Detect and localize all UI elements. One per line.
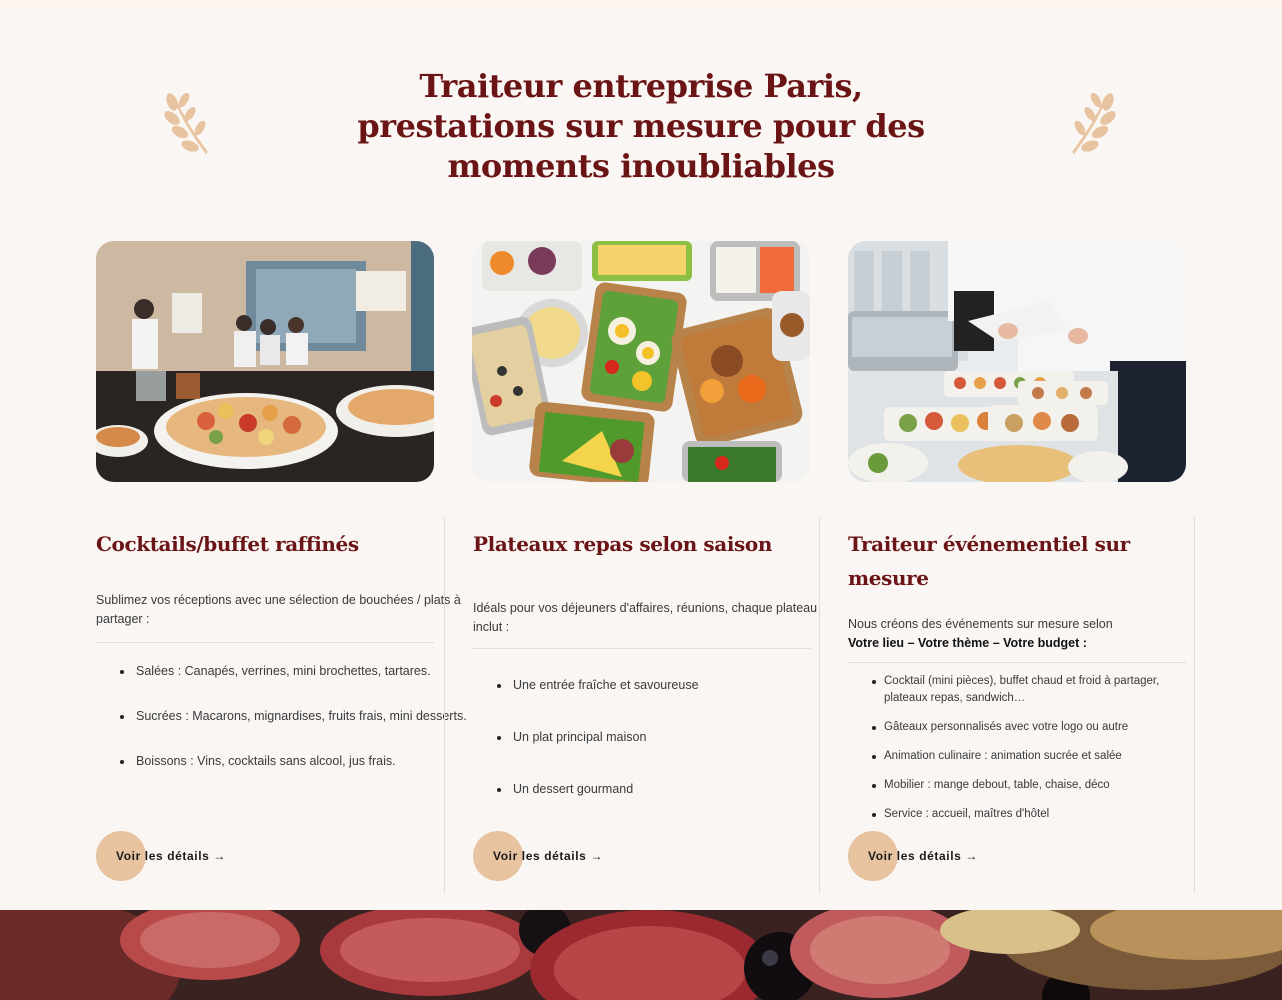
details-button[interactable]: Voir les détails → [473,831,603,881]
card-title: Cocktails/buffet raffinés [96,532,359,556]
list-item: Un dessert gourmand [473,781,819,798]
list-item: Mobilier : mange debout, table, chaise, … [848,777,1194,794]
card-cocktails: Cocktails/buffet raffinés Sublimez vos r… [96,517,471,893]
details-button[interactable]: Voir les détails → [848,831,978,881]
card-image-evenementiel [848,241,1186,482]
list-item: Animation culinaire : animation sucrée e… [848,748,1194,765]
list-item: Salées : Canapés, verrines, mini brochet… [96,663,471,680]
card-title: Traiteur événementiel sur mesure [848,532,1130,590]
card-description: Nous créons des événements sur mesure se… [848,617,1113,631]
card-description: Idéals pour vos déjeuners d'affaires, ré… [473,601,818,634]
card-plateaux: Plateaux repas selon saison Idéals pour … [444,517,819,893]
list-item: Un plat principal maison [473,729,819,746]
card-description-bold: Votre lieu – Votre thème – Votre budget … [848,634,1194,653]
card-image-plateaux [472,241,810,482]
list-item: Service : accueil, maîtres d'hôtel [848,806,1194,823]
description-highlight: Votre lieu – Votre thème – Votre budget … [848,636,1087,650]
card-image-cocktails [96,241,434,482]
list-item: Une entrée fraîche et savoureuse [473,677,819,694]
list-item: Boissons : Vins, cocktails sans alcool, … [96,753,471,770]
card-title: Plateaux repas selon saison [473,532,772,556]
card-divider [848,662,1186,663]
card-divider [96,642,434,643]
card-divider [473,648,811,649]
button-label: Voir les détails → [116,849,226,863]
card-evenementiel: Traiteur événementiel sur mesure Nous cr… [819,517,1195,893]
list-item: Cocktail (mini pièces), buffet chaud et … [848,673,1194,707]
button-label: Voir les détails → [493,849,603,863]
section-title: Traiteur entreprise Paris, prestations s… [357,67,925,185]
card-item-list: Cocktail (mini pièces), buffet chaud et … [848,673,1194,823]
details-button[interactable]: Voir les détails → [96,831,226,881]
card-description: Sublimez vos réceptions avec une sélecti… [96,593,461,626]
card-item-list: Salées : Canapés, verrines, mini brochet… [96,663,471,770]
top-strip [0,0,1282,12]
list-item: Sucrées : Macarons, mignardises, fruits … [96,708,471,725]
list-item: Gâteaux personnalisés avec votre logo ou… [848,719,1194,736]
footer-food-banner [0,910,1282,1000]
section-header: Traiteur entreprise Paris, prestations s… [0,66,1282,186]
button-label: Voir les détails → [868,849,978,863]
card-item-list: Une entrée fraîche et savoureuse Un plat… [473,677,819,798]
